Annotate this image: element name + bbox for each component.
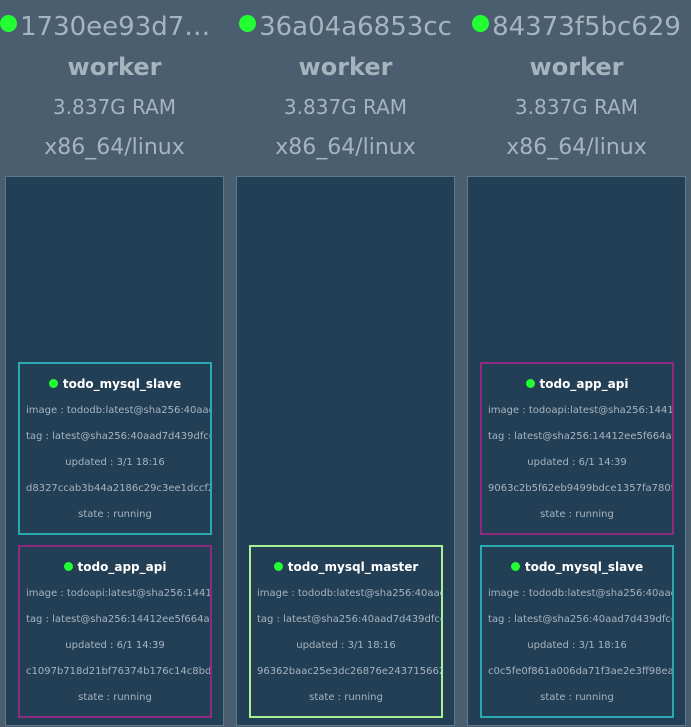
task-card[interactable]: todo_app_api image : todoapi:latest@sha2… [480, 362, 674, 535]
task-image: image : todoapi:latest@sha256:14412ee5f6… [26, 588, 210, 599]
task-updated: updated : 3/1 18:16 [296, 640, 396, 651]
task-name: todo_app_api [482, 375, 672, 393]
node-arch: x86_64/linux [275, 135, 416, 160]
task-name-text: todo_app_api [539, 377, 629, 391]
task-name-text: todo_app_api [77, 560, 167, 574]
node-id: 1730ee93d7… [0, 9, 224, 45]
task-state: state : running [78, 692, 152, 703]
node-task-area: todo_mysql_master image : tododb:latest@… [236, 176, 455, 726]
task-image: image : tododb:latest@sha256:40aad7d439d… [26, 405, 210, 416]
task-updated: updated : 3/1 18:16 [65, 457, 165, 468]
node-column: 1730ee93d7… worker 3.837G RAM x86_64/lin… [0, 0, 224, 727]
task-container-id: 96362baac25e3dc26876e243715662 [257, 666, 441, 677]
task-tag: tag : latest@sha256:40aad7d439dfce [488, 614, 672, 625]
task-container-id: c0c5fe0f861a006da71f3ae2e3ff98ea [488, 666, 672, 677]
node-id-text: 36a04a6853cc [259, 12, 452, 42]
task-updated: updated : 6/1 14:39 [527, 457, 627, 468]
task-status-icon [63, 562, 73, 571]
task-container-id: 9063c2b5f62eb9499bdce1357fa780f [488, 483, 672, 494]
node-status-icon [472, 15, 490, 32]
task-status-icon [525, 379, 535, 388]
task-state: state : running [309, 692, 383, 703]
task-status-icon [48, 379, 58, 388]
node-id: 36a04a6853cc [236, 9, 455, 45]
node-arch: x86_64/linux [44, 135, 185, 160]
task-container-id: c1097b718d21bf76374b176c14c8bd [26, 666, 210, 677]
task-tag: tag : latest@sha256:14412ee5f664ab [26, 614, 210, 625]
node-status-icon [239, 15, 257, 32]
task-state: state : running [78, 509, 152, 520]
node-task-area: todo_mysql_slave image : tododb:latest@s… [5, 176, 224, 726]
task-card[interactable]: todo_mysql_master image : tododb:latest@… [249, 545, 443, 718]
task-name: todo_mysql_master [251, 558, 441, 576]
node-column: 36a04a6853cc worker 3.837G RAM x86_64/li… [236, 0, 455, 727]
task-image: image : tododb:latest@sha256:40aad7d439d… [257, 588, 441, 599]
node-role: worker [529, 53, 624, 81]
task-name-text: todo_mysql_slave [524, 560, 644, 574]
task-name-text: todo_mysql_slave [62, 377, 182, 391]
node-ram: 3.837G RAM [514, 95, 639, 119]
node-header: 84373f5bc629 worker 3.837G RAM x86_64/li… [467, 0, 686, 176]
node-header: 36a04a6853cc worker 3.837G RAM x86_64/li… [236, 0, 455, 176]
task-state: state : running [540, 509, 614, 520]
task-tag: tag : latest@sha256:14412ee5f664ab [488, 431, 672, 442]
node-header: 1730ee93d7… worker 3.837G RAM x86_64/lin… [0, 0, 224, 176]
task-updated: updated : 3/1 18:16 [527, 640, 627, 651]
task-card[interactable]: todo_app_api image : todoapi:latest@sha2… [18, 545, 212, 718]
node-ram: 3.837G RAM [52, 95, 177, 119]
node-arch: x86_64/linux [506, 135, 647, 160]
node-status-icon [0, 15, 17, 32]
task-state: state : running [540, 692, 614, 703]
task-name: todo_mysql_slave [482, 558, 672, 576]
task-updated: updated : 6/1 14:39 [65, 640, 165, 651]
task-tag: tag : latest@sha256:40aad7d439dfce [26, 431, 210, 442]
node-column: 84373f5bc629 worker 3.837G RAM x86_64/li… [467, 0, 686, 727]
task-name: todo_mysql_slave [20, 375, 210, 393]
node-role: worker [298, 53, 393, 81]
task-card[interactable]: todo_mysql_slave image : tododb:latest@s… [480, 545, 674, 718]
task-card[interactable]: todo_mysql_slave image : tododb:latest@s… [18, 362, 212, 535]
node-task-area: todo_app_api image : todoapi:latest@sha2… [467, 176, 686, 726]
node-ram: 3.837G RAM [283, 95, 408, 119]
task-image: image : todoapi:latest@sha256:14412ee5f6… [488, 405, 672, 416]
node-id-text: 1730ee93d7… [20, 12, 211, 42]
task-tag: tag : latest@sha256:40aad7d439dfce [257, 614, 441, 625]
node-role: worker [67, 53, 162, 81]
task-image: image : tododb:latest@sha256:40aad7d439d… [488, 588, 672, 599]
node-id: 84373f5bc629 [467, 9, 686, 45]
node-id-text: 84373f5bc629 [492, 12, 681, 42]
task-name-text: todo_mysql_master [287, 560, 419, 574]
task-container-id: d8327ccab3b44a2186c29c3ee1dccf2 [26, 483, 210, 494]
task-status-icon [510, 562, 520, 571]
swarm-visualizer: 1730ee93d7… worker 3.837G RAM x86_64/lin… [0, 0, 691, 727]
task-name: todo_app_api [20, 558, 210, 576]
task-status-icon [273, 562, 283, 571]
